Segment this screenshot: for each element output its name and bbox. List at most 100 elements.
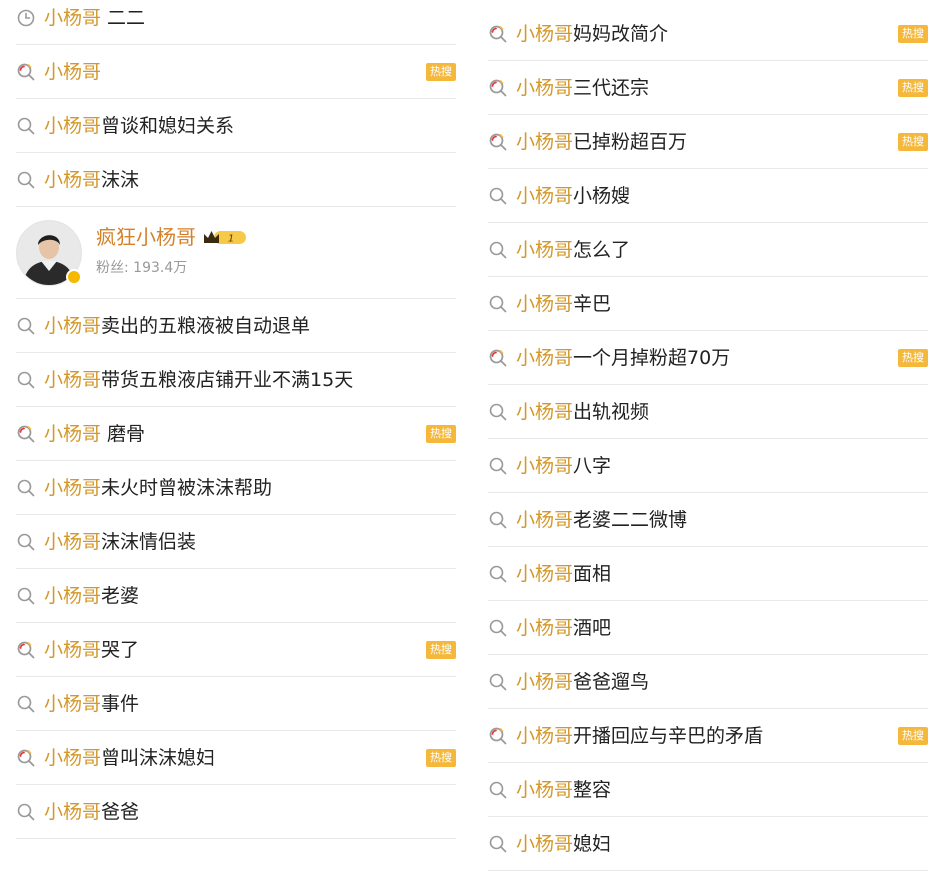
suggestion-text: 小杨哥卖出的五粮液被自动退单 [44,315,310,337]
hot-search-icon [489,349,507,366]
suggestion-text: 小杨哥八字 [516,455,611,477]
search-icon [17,171,35,188]
hot-search-icon [489,25,507,42]
search-suggestion-row[interactable]: 小杨哥 热搜 [16,45,456,99]
search-suggestion-row[interactable]: 小杨哥整容 [488,763,928,817]
suggestion-keyword: 小杨哥 [44,746,102,769]
suggestion-suffix: 已掉粉超百万 [573,130,688,153]
hot-search-icon [489,133,507,150]
suggestion-keyword: 小杨哥 [516,22,574,45]
search-icon [489,241,507,258]
hot-search-badge: 热搜 [898,24,928,43]
hot-search-badge: 热搜 [426,640,456,659]
search-suggestion-row[interactable]: 小杨哥未火时曾被沫沫帮助 [16,461,456,515]
suggestion-suffix: 未火时曾被沫沫帮助 [101,476,273,499]
suggestion-text: 小杨哥 二二 [44,7,145,29]
user-result-row[interactable]: 疯狂小杨哥 1 粉丝: 193.4万 [16,207,456,299]
suggestion-keyword: 小杨哥 [516,400,574,423]
hot-search-icon [17,749,35,766]
suggestion-suffix: 酒吧 [573,616,612,639]
search-suggestion-row[interactable]: 小杨哥 磨骨 热搜 [16,407,456,461]
search-suggestion-row[interactable]: 小杨哥爸爸 [16,785,456,839]
suggestion-text: 小杨哥带货五粮液店铺开业不满15天 [44,369,353,391]
suggestion-text: 小杨哥已掉粉超百万 [516,131,687,153]
search-suggestion-row[interactable]: 小杨哥沫沫情侣装 [16,515,456,569]
suggestion-suffix: 八字 [573,454,612,477]
search-icon [17,695,35,712]
search-suggestion-row[interactable]: 小杨哥老婆 [16,569,456,623]
search-suggestion-row[interactable]: 小杨哥媳妇 [488,817,928,871]
search-suggestion-row[interactable]: 小杨哥八字 [488,439,928,493]
search-suggestion-row[interactable]: 小杨哥开播回应与辛巴的矛盾 热搜 [488,709,928,763]
hot-search-icon [489,79,507,96]
suggestion-suffix: 哭了 [101,638,140,661]
search-icon [17,587,35,604]
search-icon [489,403,507,420]
suggestion-text: 小杨哥一个月掉粉超70万 [516,347,730,369]
search-suggestion-row[interactable]: 小杨哥沫沫 [16,153,456,207]
search-suggestion-row[interactable]: 小杨哥面相 [488,547,928,601]
search-suggestion-row[interactable]: 小杨哥带货五粮液店铺开业不满15天 [16,353,456,407]
search-suggestion-row[interactable]: 小杨哥一个月掉粉超70万 热搜 [488,331,928,385]
suggestion-keyword: 小杨哥 [44,368,102,391]
suggestion-text: 小杨哥面相 [516,563,611,585]
search-suggestion-row[interactable]: 小杨哥怎么了 [488,223,928,277]
suggestion-keyword: 小杨哥 [516,778,574,801]
suggestion-text: 小杨哥老婆 [44,585,139,607]
user-name[interactable]: 疯狂小杨哥 [96,225,196,249]
suggestion-keyword: 小杨哥 [44,168,102,191]
suggestion-text: 小杨哥未火时曾被沫沫帮助 [44,477,272,499]
suggestion-suffix: 老婆二二微博 [573,508,688,531]
search-suggestion-row[interactable]: 小杨哥曾谈和媳妇关系 [16,99,456,153]
suggestion-keyword: 小杨哥 [516,562,574,585]
search-suggestion-row[interactable]: 小杨哥曾叫沫沫媳妇 热搜 [16,731,456,785]
hot-search-icon [17,63,35,80]
suggestion-keyword: 小杨哥 [44,114,102,137]
follower-count: 粉丝: 193.4万 [96,260,188,276]
suggestion-text: 小杨哥开播回应与辛巴的矛盾 [516,725,763,747]
suggestion-keyword: 小杨哥 [516,346,574,369]
suggestion-suffix: 二二 [107,6,146,29]
suggestion-text: 小杨哥哭了 [44,639,139,661]
search-suggestion-row[interactable]: 小杨哥辛巴 [488,277,928,331]
search-suggestion-row[interactable]: 小杨哥酒吧 [488,601,928,655]
hot-search-badge: 热搜 [898,726,928,745]
search-suggestion-row[interactable]: 小杨哥小杨嫂 [488,169,928,223]
search-icon [489,673,507,690]
search-suggestion-row[interactable]: 小杨哥三代还宗 热搜 [488,61,928,115]
suggestion-keyword: 小杨哥 [44,60,102,83]
suggestion-text: 小杨哥事件 [44,693,139,715]
suggestion-suffix: 三代还宗 [573,76,650,99]
search-suggestion-row[interactable]: 小杨哥卖出的五粮液被自动退单 [16,299,456,353]
search-icon [17,803,35,820]
search-icon [489,835,507,852]
search-icon [489,511,507,528]
search-suggestion-row[interactable]: 小杨哥爸爸遛鸟 [488,655,928,709]
suggestion-text: 小杨哥怎么了 [516,239,630,261]
search-suggestion-row[interactable]: 小杨哥哭了 热搜 [16,623,456,677]
search-icon [489,565,507,582]
search-suggestion-row[interactable]: 小杨哥老婆二二微博 [488,493,928,547]
suggestion-text: 小杨哥老婆二二微博 [516,509,687,531]
suggestion-text: 小杨哥妈妈改简介 [516,23,668,45]
suggestion-text: 小杨哥 磨骨 [44,423,145,445]
hot-search-icon [17,425,35,442]
search-suggestion-row[interactable]: 小杨哥 二二 [16,0,456,45]
suggestion-text: 小杨哥酒吧 [516,617,611,639]
hot-search-badge: 热搜 [426,62,456,81]
search-suggestion-row[interactable]: 小杨哥已掉粉超百万 热搜 [488,115,928,169]
search-suggestion-row[interactable]: 小杨哥出轨视频 [488,385,928,439]
suggestion-keyword: 小杨哥 [516,238,574,261]
suggestion-suffix: 开播回应与辛巴的矛盾 [573,724,764,747]
suggestion-suffix: 磨骨 [107,422,146,445]
suggestion-suffix: 辛巴 [573,292,612,315]
search-suggestion-row[interactable]: 小杨哥妈妈改简介 热搜 [488,7,928,61]
suggestion-suffix: 爸爸遛鸟 [573,670,650,693]
suggestion-text: 小杨哥爸爸遛鸟 [516,671,649,693]
suggestion-keyword: 小杨哥 [516,724,574,747]
suggestion-text: 小杨哥辛巴 [516,293,611,315]
vip-level: 1 [228,234,234,245]
search-suggestion-row[interactable]: 小杨哥事件 [16,677,456,731]
suggestion-text: 小杨哥沫沫 [44,169,139,191]
suggestion-keyword: 小杨哥 [44,692,102,715]
